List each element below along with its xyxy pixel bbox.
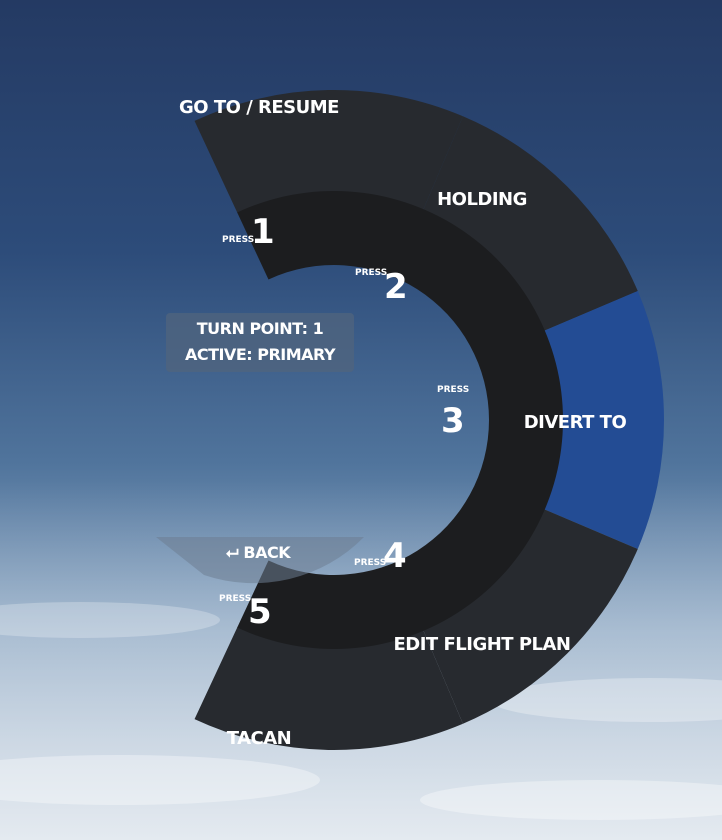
press-hint-2: PRESS 2 [355,267,408,307]
svg-text:PRESS: PRESS [437,385,469,395]
option-label-goto: GO TO / RESUME [179,97,339,118]
option-label-holding: HOLDING [437,189,527,210]
svg-text:PRESS: PRESS [355,268,387,278]
svg-text:5: 5 [248,592,272,632]
active-plan-line: ACTIVE: PRIMARY [184,345,336,364]
svg-text:PRESS: PRESS [354,558,386,568]
radial-menu: GO TO / RESUME HOLDING DIVERT TO EDIT FL… [156,90,664,750]
svg-text:PRESS: PRESS [219,594,251,604]
turn-point-info: TURN POINT: 1 ACTIVE: PRIMARY [166,313,354,372]
svg-text:4: 4 [383,536,407,576]
option-label-tacan: TACAN [227,728,292,749]
svg-text:3: 3 [441,401,465,441]
turn-point-line: TURN POINT: 1 [196,319,324,338]
back-label[interactable]: ⮠ BACK [226,543,291,563]
svg-text:2: 2 [384,267,408,307]
option-label-edit-flight-plan: EDIT FLIGHT PLAN [394,634,571,655]
return-arrow-icon: ⮠ [226,543,239,562]
svg-text:PRESS: PRESS [222,235,254,245]
back-text: BACK [243,543,291,562]
option-label-divert: DIVERT TO [524,412,627,433]
svg-text:1: 1 [251,212,275,252]
press-hint-3: PRESS 3 [437,385,469,441]
